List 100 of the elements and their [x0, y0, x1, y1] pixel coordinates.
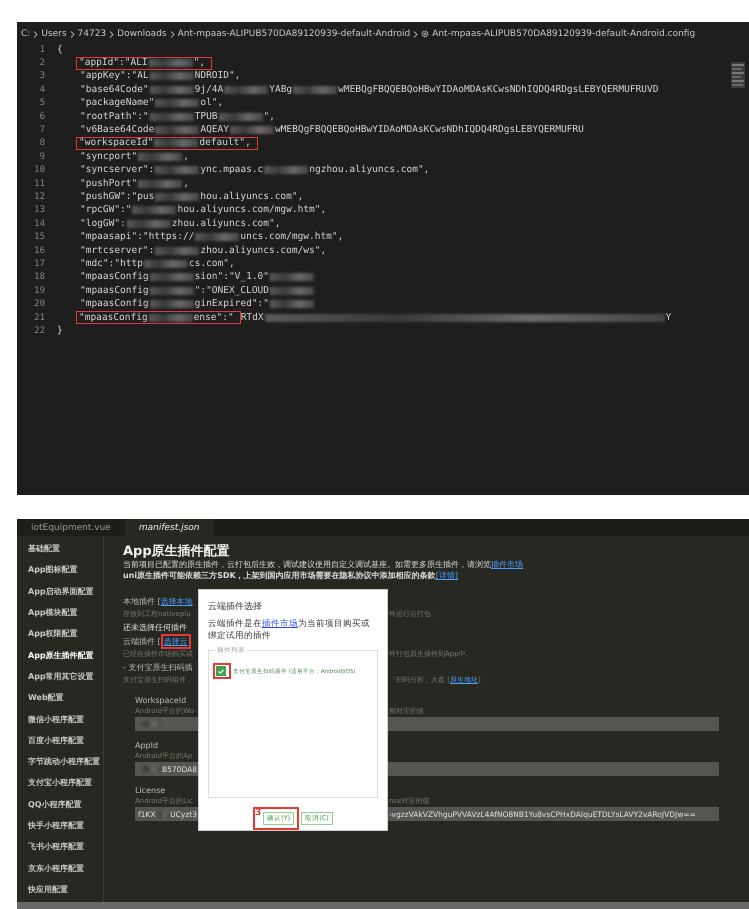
link[interactable]: 插件市场 — [491, 560, 523, 569]
code-text: "mpaasConfig — [80, 299, 149, 310]
line-number: 1 — [38, 44, 45, 55]
line-number: 13 — [33, 205, 45, 216]
code-text: } — [57, 326, 63, 336]
blurred-value — [155, 99, 200, 108]
code-text: "pushPort" — [80, 178, 138, 189]
blurred-value — [270, 273, 314, 282]
dialog-text: 云端插件是在插件市场为当前项目购买或绑定试用的插件 — [208, 618, 371, 642]
blurred-value — [150, 72, 194, 80]
blurred-value — [150, 273, 194, 282]
code-text: zhou.aliyuncs.com/ws", — [200, 246, 326, 256]
link[interactable]: 选择云 — [160, 634, 191, 649]
code-text: "syncport" — [80, 152, 138, 162]
setting-text: - 支付宝原生扫码插 — [123, 662, 192, 672]
line-number: 3 — [38, 71, 45, 82]
code-text: "mpaasapi":"https:// — [80, 232, 194, 242]
blurred-value — [224, 86, 268, 94]
setting-text: 云端插件 [ — [123, 636, 161, 647]
breadcrumb-item[interactable]: 74723 — [78, 29, 106, 39]
line-number: 10 — [33, 165, 45, 176]
code-text: ", — [194, 58, 206, 68]
breadcrumb-item[interactable]: Ant-mpaas-ALIPUB570DA89120939-default-Android — [178, 29, 410, 39]
breadcrumb-item[interactable]: C: — [21, 29, 30, 39]
chevron-icon — [33, 30, 38, 38]
sidebar-item[interactable]: App模块配置 — [17, 602, 103, 624]
sidebar-item[interactable]: QQ小程序配置 — [17, 794, 103, 815]
sidebar-item[interactable]: App原生插件配置 — [17, 644, 103, 666]
sidebar-item[interactable]: 飞书小程序配置 — [17, 836, 103, 858]
code-text: zhou.aliyuncs.com", — [172, 218, 280, 229]
breadcrumb-item[interactable]: Ant-mpaas-ALIPUB570DA89120939-default-Android.config — [432, 29, 696, 39]
blurred-value — [155, 246, 200, 255]
setting-text: 本地插件 [ — [123, 596, 161, 606]
blurred-value — [155, 126, 200, 134]
sidebar-item[interactable]: App权限配置 — [17, 623, 103, 644]
sidebar-item[interactable]: App常用其它设置 — [17, 666, 103, 688]
blurred-value — [264, 166, 308, 174]
code-text: ":"ONEX_CLOUD — [194, 286, 269, 296]
code-text: "rpcGW":" — [80, 205, 132, 216]
sidebar-item[interactable]: App图标配置 — [17, 559, 103, 581]
blurred-value — [138, 152, 182, 161]
gear-icon — [421, 30, 430, 38]
link[interactable]: 选择本地 — [160, 596, 193, 606]
code-text: "syncserver": — [80, 165, 154, 176]
sidebar-item[interactable]: 微信小程序配置 — [17, 708, 103, 730]
chevron-icon — [170, 30, 175, 38]
setting-text: WorkspaceId — [135, 696, 186, 705]
code-text: , — [183, 152, 189, 162]
chevron-icon — [413, 30, 418, 38]
code-text: "mpaasConfig — [80, 272, 149, 282]
sidebar-item[interactable]: 快手小程序配置 — [17, 814, 103, 836]
code-text: "logGW": — [80, 218, 126, 229]
code-text: ol", — [200, 98, 224, 108]
sidebar-item[interactable]: 京东小程序配置 — [17, 857, 103, 879]
blurred-value — [144, 260, 188, 268]
sidebar-item[interactable]: 快应用配置 — [17, 878, 103, 900]
code-text: uncs.com/mgw.htm", — [240, 232, 344, 242]
breadcrumb-item[interactable]: Users — [41, 29, 67, 39]
setting-text: AppId — [135, 741, 158, 750]
editor-tab[interactable]: manifest.json — [124, 519, 214, 536]
sidebar-item[interactable]: Web配置 — [17, 687, 103, 708]
code-text: ngzhou.aliyuncs.com", — [309, 165, 430, 176]
blurred-value — [150, 300, 194, 308]
blurred-value — [132, 206, 176, 214]
code-text: ync.mpaas.c — [200, 165, 264, 176]
blurred-value — [270, 300, 314, 308]
code-text: "rootPath":" — [80, 112, 149, 122]
line-number: 9 — [38, 152, 45, 162]
code-text: ginExpired":" — [194, 299, 269, 310]
code-text: "v6Base64Code — [80, 125, 154, 136]
code-text: YABg — [269, 84, 292, 95]
sidebar-item[interactable]: 百度小程序配置 — [17, 730, 103, 751]
line-number: 14 — [33, 218, 45, 229]
setting-text: License — [135, 786, 166, 795]
line-number: 8 — [38, 138, 45, 148]
chevron-icon — [109, 30, 114, 38]
line-number: 21 — [33, 312, 45, 322]
description-text: 当前项目已配置的原生插件，云打包后生效，调试建议使用自定义调试基座。如需更多原生插件，请浏览 — [123, 560, 491, 569]
blurred-value — [155, 192, 200, 201]
code-text: "mdc":"http — [80, 258, 143, 269]
line-number: 11 — [33, 178, 45, 189]
description-text: uni原生插件可能依赖三方SDK，上架到国内应用市场需要在隐私协议中添加相应的条款 — [123, 571, 436, 580]
code-text: "mpaasConfig — [79, 312, 148, 322]
sidebar-item[interactable]: 字节跳动小程序配置 — [17, 750, 103, 772]
code-text: cs.com", — [188, 258, 235, 269]
link[interactable]: [详情] — [436, 571, 458, 580]
blurred-value — [150, 86, 194, 94]
blurred-value — [150, 286, 194, 295]
scrollbar[interactable] — [17, 902, 749, 909]
line-number: 17 — [33, 258, 45, 269]
blurred-value — [139, 721, 161, 727]
blurred-value — [293, 86, 338, 94]
sidebar-item[interactable]: App启动界面配置 — [17, 580, 103, 602]
blurred-value — [270, 286, 314, 295]
line-number: 7 — [38, 125, 45, 136]
checkbox[interactable] — [216, 666, 226, 676]
link[interactable]: 插件市场 — [262, 619, 298, 629]
sidebar-item[interactable]: 基础配置 — [17, 538, 103, 560]
sidebar-item[interactable]: 支付宝小程序配置 — [17, 772, 103, 794]
breadcrumb-item[interactable]: Downloads — [117, 29, 167, 39]
